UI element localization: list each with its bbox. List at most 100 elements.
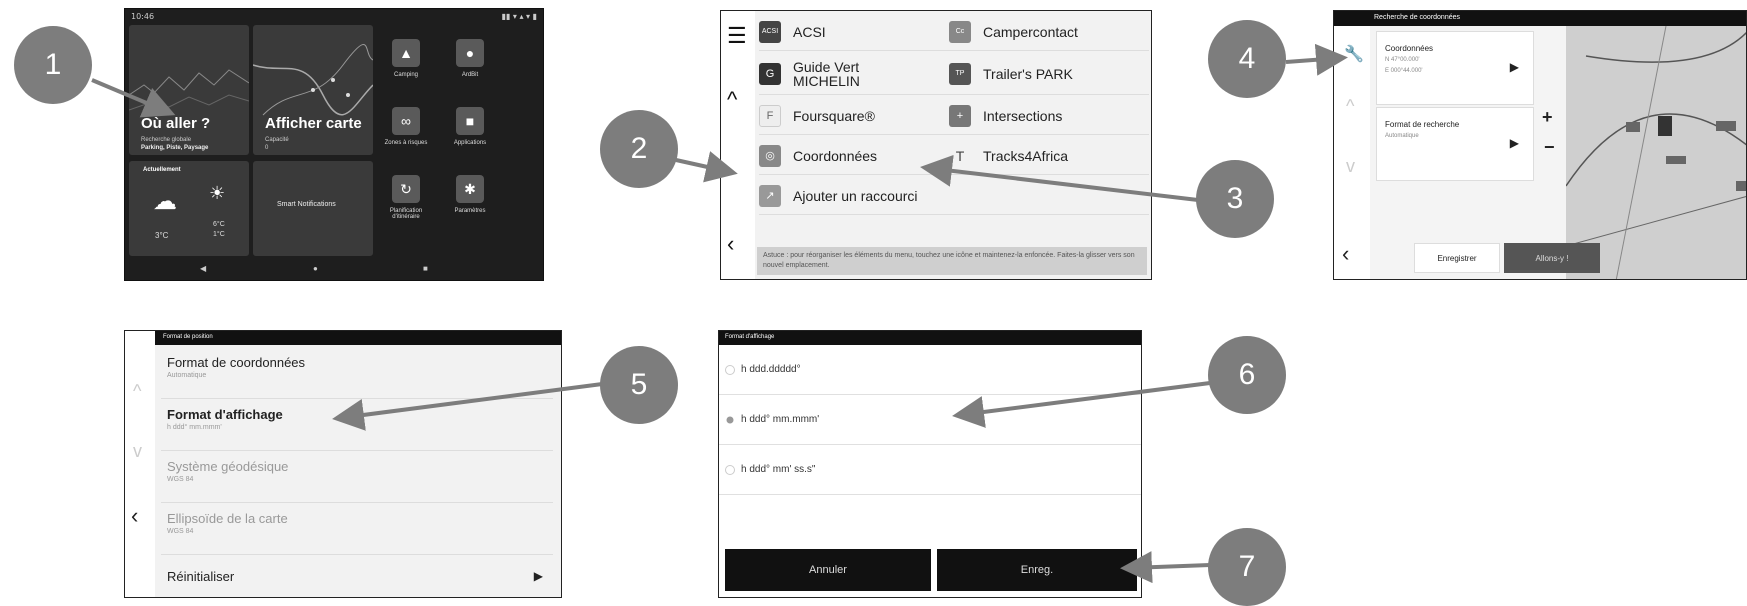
side-controls: 🔧 ^ v ‹ <box>1334 26 1370 279</box>
item-value: WGS 84 <box>167 476 194 483</box>
scroll-up-icon[interactable]: ^ <box>133 381 141 402</box>
app-ardbit[interactable]: ● ArdBit <box>445 39 495 78</box>
zoom-in-icon[interactable]: + <box>1542 107 1553 128</box>
coordinates-value-2: E 000°44.000' <box>1385 68 1423 74</box>
campercontact-icon: Cc <box>949 20 971 43</box>
side-controls: ☰ ^ ‹ <box>721 11 755 279</box>
display-format-screen: Format d'affichage h ddd.ddddd° h ddd° m… <box>718 330 1142 598</box>
save-button[interactable]: Enreg. <box>937 549 1137 591</box>
foursquare-icon: F <box>759 104 781 127</box>
chevron-right-icon: ▶ <box>1509 136 1519 150</box>
ardbit-icon: ● <box>456 39 484 67</box>
android-nav-bar: ◀ ● ■ <box>125 264 543 276</box>
recents-nav-icon[interactable]: ■ <box>423 264 428 273</box>
search-format-row[interactable]: Format de recherche Automatique ▶ <box>1376 107 1534 181</box>
reset-item[interactable]: Réinitialiser ▶ <box>161 555 553 597</box>
where-to-sub1: Recherche globale <box>141 137 192 143</box>
geodetic-system-item[interactable]: Système géodésique WGS 84 <box>161 451 553 503</box>
home-nav-icon[interactable]: ● <box>313 264 318 273</box>
app-label: Applications <box>453 140 487 146</box>
back-nav-icon[interactable]: ◀ <box>200 264 206 273</box>
back-icon[interactable]: ‹ <box>1342 241 1349 267</box>
wrench-icon[interactable]: 🔧 <box>1344 44 1364 64</box>
item-label: Réinitialiser <box>167 569 235 584</box>
app-trip-planner[interactable]: ↻ Planification d'itinéraire <box>381 175 431 220</box>
weather-temp3: 1°C <box>213 231 225 238</box>
weather-tile[interactable]: Actuellement ☁ ☀ 3°C 6°C 1°C <box>129 161 249 256</box>
screen-title: Format d'affichage <box>719 331 1141 345</box>
app-camping[interactable]: ▲ Camping <box>381 39 431 78</box>
weather-temp1: 3°C <box>155 231 169 240</box>
radio-unselected[interactable] <box>725 364 735 375</box>
michelin-icon: G <box>759 62 781 85</box>
zoom-out-icon[interactable]: − <box>1544 137 1555 158</box>
item-label: Format de coordonnées <box>167 355 306 370</box>
menu-item-label: Trailer's PARK <box>983 65 1073 82</box>
app-label: Planification d'itinéraire <box>389 208 423 220</box>
format-option-2[interactable]: h ddd° mm.mmm' <box>719 395 1141 445</box>
search-format-label: Format de recherche <box>1385 120 1460 129</box>
cancel-button[interactable]: Annuler <box>725 549 931 591</box>
menu-item-label: ACSI <box>793 23 826 40</box>
notif-label: Smart Notifications <box>277 201 336 208</box>
menu-item-acsi[interactable]: ACSI ACSI <box>759 13 949 51</box>
app-applications[interactable]: ■ Applications <box>445 107 495 146</box>
menu-item-coordinates[interactable]: ◎ Coordonnées <box>759 137 949 175</box>
menu-item-campercontact[interactable]: Cc Campercontact <box>949 13 1149 51</box>
save-button[interactable]: Enregistrer <box>1414 243 1500 273</box>
map-ellipsoid-item[interactable]: Ellipsoïde de la carte WGS 84 <box>161 503 553 555</box>
menu-item-label: Intersections <box>983 107 1063 124</box>
option-label: h ddd° mm' ss.s" <box>741 464 816 475</box>
callout-6: 6 <box>1208 336 1286 414</box>
camping-icon: ▲ <box>392 39 420 67</box>
radio-selected[interactable] <box>726 416 734 423</box>
search-format-value: Automatique <box>1385 133 1419 139</box>
radio-unselected[interactable] <box>725 464 735 475</box>
acsi-icon: ACSI <box>759 20 781 43</box>
scroll-down-icon[interactable]: v <box>1346 156 1355 177</box>
menu-item-add-shortcut[interactable]: ↗ Ajouter un raccourci <box>759 177 1149 215</box>
go-button[interactable]: Allons-y ! <box>1504 243 1600 273</box>
option-label: h ddd° mm.mmm' <box>741 414 820 425</box>
scroll-up-icon[interactable]: ^ <box>1346 96 1354 117</box>
menu-icon[interactable]: ☰ <box>727 23 747 49</box>
menu-item-label: Coordonnées <box>793 147 878 164</box>
map-view[interactable] <box>1565 25 1746 279</box>
view-map-tile[interactable]: Afficher carte Capacité 0 <box>253 25 373 155</box>
scroll-down-icon[interactable]: v <box>133 441 142 462</box>
trailers-park-icon: TP <box>949 62 971 85</box>
coordinates-icon: ◎ <box>759 144 781 167</box>
display-format-item[interactable]: Format d'affichage h ddd° mm.mmm' <box>161 399 553 451</box>
menu-item-trailers-park[interactable]: TP Trailer's PARK <box>949 53 1149 95</box>
menu-item-foursquare[interactable]: F Foursquare® <box>759 97 949 135</box>
app-settings[interactable]: ✱ Paramètres <box>445 175 495 214</box>
item-value: WGS 84 <box>167 528 194 535</box>
back-icon[interactable]: ‹ <box>727 231 734 257</box>
where-to-title: Où aller ? <box>141 115 211 132</box>
coordinates-value-1: N 47°00.000' <box>1385 57 1420 63</box>
callout-2: 2 <box>600 110 678 188</box>
item-label: Système géodésique <box>167 459 289 474</box>
map-graphic <box>253 44 373 116</box>
where-to-tile[interactable]: Où aller ? Recherche globale Parking, Pi… <box>129 25 249 155</box>
menu-item-tracks4africa[interactable]: T Tracks4Africa <box>949 137 1149 175</box>
scroll-up-icon[interactable]: ^ <box>727 87 737 113</box>
format-option-1[interactable]: h ddd.ddddd° <box>719 345 1141 395</box>
coordinates-row[interactable]: Coordonnées N 47°00.000' E 000°44.000' ▶ <box>1376 31 1534 105</box>
app-risk-zones[interactable]: ∞ Zones à risques <box>381 107 431 146</box>
app-label: ArdBit <box>461 72 479 78</box>
back-icon[interactable]: ‹ <box>131 503 138 529</box>
grid-icon: ■ <box>456 107 484 135</box>
side-controls: ^ v ‹ <box>125 331 155 597</box>
weather-temp2: 6°C <box>213 221 225 228</box>
option-label: h ddd.ddddd° <box>741 364 801 375</box>
tracks4africa-icon: T <box>955 147 965 164</box>
format-option-3[interactable]: h ddd° mm' ss.s" <box>719 445 1141 495</box>
screen-title: Format de position <box>155 331 561 345</box>
app-label: Zones à risques <box>384 140 428 146</box>
coordinate-format-item[interactable]: Format de coordonnées Automatique <box>161 347 553 399</box>
callout-3: 3 <box>1196 160 1274 238</box>
smart-notifications-tile[interactable]: Smart Notifications <box>253 161 373 256</box>
menu-item-michelin[interactable]: G Guide Vert MICHELIN <box>759 53 949 95</box>
menu-item-intersections[interactable]: + Intersections <box>949 97 1149 135</box>
